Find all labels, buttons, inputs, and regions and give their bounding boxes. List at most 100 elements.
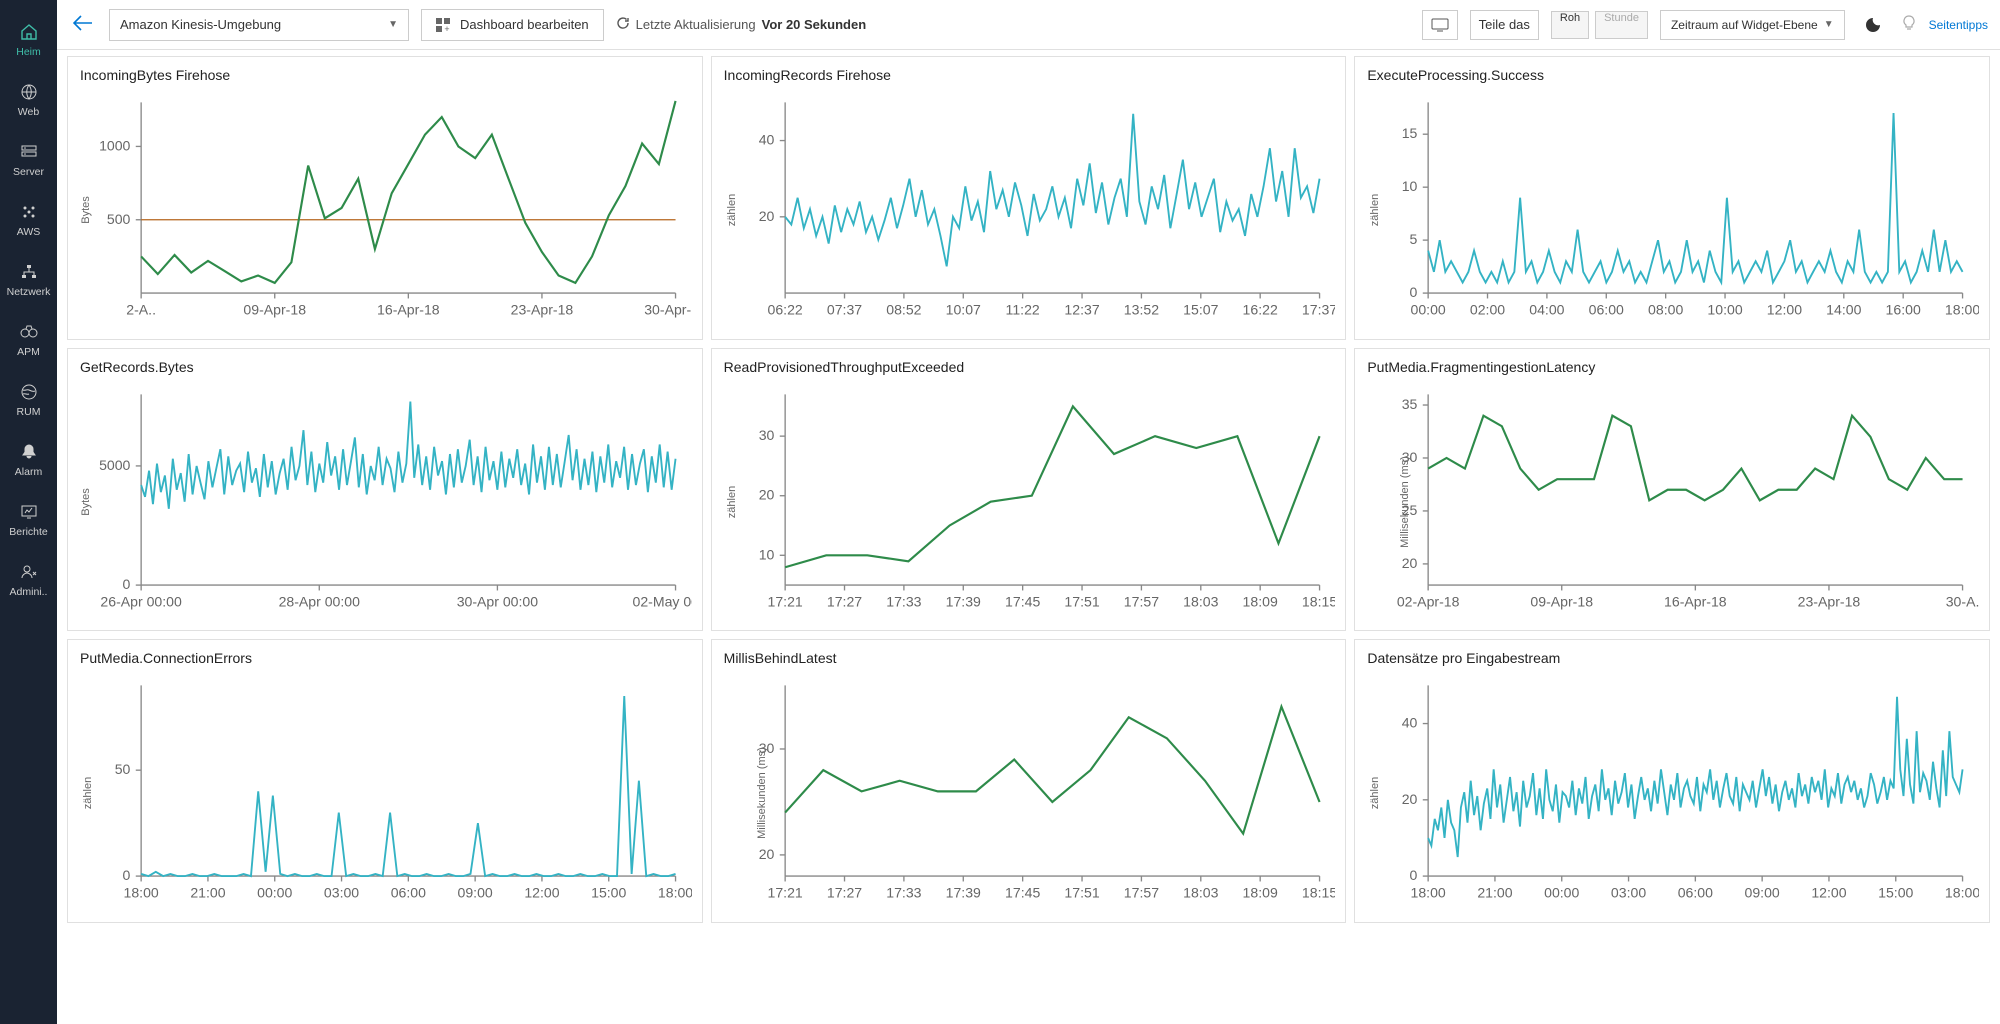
aws-icon [19,202,39,222]
svg-text:30-Apr-18: 30-Apr-18 [644,302,691,318]
svg-text:17:39: 17:39 [945,885,980,901]
chevron-down-icon: ▼ [388,19,398,30]
chart-svg: 02040 18:0021:0000:0003:0006:0009:0012:0… [1361,672,1979,914]
svg-text:03:00: 03:00 [1611,885,1646,901]
nav-admini[interactable]: Admini.. [0,550,57,610]
nav-label: Heim [16,46,41,58]
nav-aws[interactable]: AWS [0,190,57,250]
nav-label: Web [18,106,39,118]
svg-text:26-Apr 00:00: 26-Apr 00:00 [100,593,182,609]
sidebar: Heim Web Server AWS NetzwerkAPM RUM AlarmBeric… [0,0,57,1024]
svg-text:12:00: 12:00 [524,885,559,901]
timerange-label: Zeitraum auf Widget-Ebene [1671,18,1818,32]
svg-text:14:00: 14:00 [1827,302,1862,318]
svg-text:2-A..: 2-A.. [126,302,156,318]
svg-text:17:45: 17:45 [1005,885,1040,901]
svg-text:50: 50 [115,762,131,778]
nav-label: AWS [17,226,41,238]
svg-text:23-Apr-18: 23-Apr-18 [511,302,574,318]
widget-w6[interactable]: PutMedia.FragmentingestionLatency Millis… [1354,348,1990,632]
refresh-status: Letzte Aktualisierung Vor 20 Sekunden [616,16,866,33]
chart-svg: 05000 26-Apr 00:0028-Apr 00:0030-Apr 00:… [74,381,692,623]
svg-text:08:52: 08:52 [886,302,921,318]
widget-title: PutMedia.ConnectionErrors [68,640,702,672]
svg-text:18:00: 18:00 [658,885,692,901]
share-button[interactable]: Teile das [1470,10,1539,40]
svg-text:21:00: 21:00 [1478,885,1513,901]
widget-title: MillisBehindLatest [712,640,1346,672]
svg-text:17:45: 17:45 [1005,593,1040,609]
lightbulb-icon[interactable] [1901,15,1917,34]
svg-text:16-Apr-18: 16-Apr-18 [377,302,440,318]
svg-text:5: 5 [1410,231,1418,247]
svg-text:06:00: 06:00 [1678,885,1713,901]
edit-dashboard-label: Dashboard bearbeiten [460,17,589,32]
svg-text:20: 20 [758,486,774,502]
nav-label: Server [13,166,44,178]
widget-title: ExecuteProcessing.Success [1355,57,1989,89]
nav-server[interactable]: Server [0,130,57,190]
nav-berichte[interactable]: Berichte [0,490,57,550]
svg-text:11:22: 11:22 [1005,302,1039,318]
bell-icon [19,442,39,462]
svg-text:20: 20 [758,208,774,224]
nav-label: Admini.. [10,586,48,598]
raw-toggle[interactable]: Roh [1551,11,1589,39]
binoculars-icon [19,322,39,342]
widget-title: GetRecords.Bytes [68,349,702,381]
y-axis-label: Millisekunden (ms) [1399,456,1411,548]
page-tips-link[interactable]: Seitentipps [1929,18,1988,32]
nav-heim[interactable]: Heim [0,10,57,70]
admin-icon [19,562,39,582]
y-axis-label: Bytes [80,196,92,224]
topbar: Amazon Kinesis-Umgebung ▼ + Dashboard be… [57,0,2000,50]
widget-title: PutMedia.FragmentingestionLatency [1355,349,1989,381]
globe-icon [19,82,39,102]
widget-w3[interactable]: ExecuteProcessing.Success zählen 051015 … [1354,56,1990,340]
nav-apm[interactable]: APM [0,310,57,370]
environment-select[interactable]: Amazon Kinesis-Umgebung ▼ [109,9,409,41]
hour-toggle[interactable]: Stunde [1595,11,1648,39]
svg-text:500: 500 [107,211,131,227]
svg-text:10:07: 10:07 [945,302,980,318]
svg-text:17:57: 17:57 [1123,593,1158,609]
widget-w7[interactable]: PutMedia.ConnectionErrors zählen 050 18:… [67,639,703,923]
nav-rum[interactable]: RUM [0,370,57,430]
chart-svg: 2030 17:2117:2717:3317:3917:4517:5117:57… [718,672,1336,914]
grid-plus-icon: + [436,18,450,32]
widget-w9[interactable]: Datensätze pro Eingabestream zählen 0204… [1354,639,1990,923]
nav-netzwerk[interactable]: Netzwerk [0,250,57,310]
svg-text:17:33: 17:33 [886,885,921,901]
widget-w5[interactable]: ReadProvisionedThroughputExceeded zählen… [711,348,1347,632]
svg-text:17:51: 17:51 [1064,593,1099,609]
timerange-select[interactable]: Zeitraum auf Widget-Ebene ▼ [1660,10,1845,40]
svg-text:17:37: 17:37 [1302,302,1336,318]
server-icon [19,142,39,162]
widget-w4[interactable]: GetRecords.Bytes Bytes 05000 26-Apr 00:0… [67,348,703,632]
svg-text:15: 15 [1402,125,1418,141]
chart-svg: 20253035 02-Apr-1809-Apr-1816-Apr-1823-A… [1361,381,1979,623]
tv-mode-button[interactable] [1422,10,1458,40]
svg-text:30-A.: 30-A. [1946,593,1979,609]
nav-web[interactable]: Web [0,70,57,130]
refresh-icon[interactable] [616,16,630,33]
widget-w1[interactable]: IncomingBytes Firehose Bytes 5001000 2-A… [67,56,703,340]
svg-text:09-Apr-18: 09-Apr-18 [243,302,306,318]
widget-title: Datensätze pro Eingabestream [1355,640,1989,672]
svg-text:16:00: 16:00 [1886,302,1921,318]
edit-dashboard-button[interactable]: + Dashboard bearbeiten [421,9,604,41]
chart-svg: 050 18:0021:0000:0003:0006:0009:0012:001… [74,672,692,914]
svg-text:09:00: 09:00 [1745,885,1780,901]
svg-text:04:00: 04:00 [1530,302,1565,318]
nav-alarm[interactable]: Alarm [0,430,57,490]
widget-title: IncomingBytes Firehose [68,57,702,89]
nav-label: RUM [17,406,41,418]
svg-text:10: 10 [1402,178,1418,194]
svg-text:17:33: 17:33 [886,593,921,609]
widget-w2[interactable]: IncomingRecords Firehose zählen 2040 06:… [711,56,1347,340]
dark-mode-button[interactable] [1857,10,1889,40]
svg-text:16-Apr-18: 16-Apr-18 [1664,593,1727,609]
widget-w8[interactable]: MillisBehindLatest Millisekunden (ms) 20… [711,639,1347,923]
back-button[interactable] [69,11,97,38]
data-mode-toggle: Roh Stunde [1551,11,1648,39]
